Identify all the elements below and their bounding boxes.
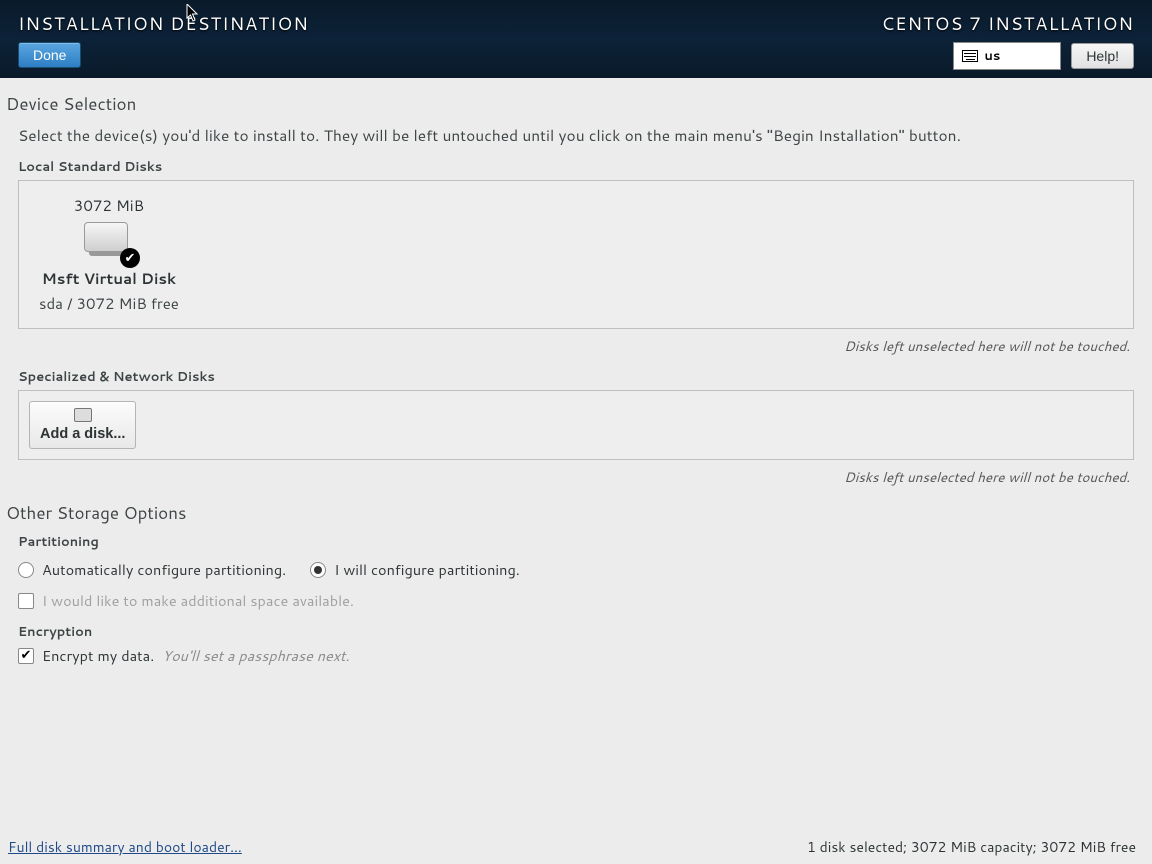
selected-check-icon: ✔ xyxy=(120,248,140,268)
header-left: INSTALLATION DESTINATION Done xyxy=(18,10,309,70)
keyboard-layout-label: us xyxy=(984,47,1000,65)
checkbox-icon xyxy=(18,648,34,664)
disk-card[interactable]: 3072 MiB ✔ Msft Virtual Disk sda / 3072 … xyxy=(29,191,189,318)
disk-capacity: 3072 MiB xyxy=(74,195,144,222)
checkbox-icon xyxy=(18,593,34,609)
network-disks-hint: Disks left unselected here will not be t… xyxy=(6,464,1146,495)
make-space-option: I would like to make additional space av… xyxy=(18,584,1146,611)
partitioning-group: Automatically configure partitioning. I … xyxy=(6,553,1146,613)
keyboard-layout-selector[interactable]: us xyxy=(953,42,1061,70)
page-title: INSTALLATION DESTINATION xyxy=(18,10,309,36)
encrypt-data-option[interactable]: Encrypt my data. You'll set a passphrase… xyxy=(18,645,1146,666)
partitioning-label: Partitioning xyxy=(6,529,1146,553)
manual-partitioning-option[interactable]: I will configure partitioning. xyxy=(310,559,520,580)
disk-meta: sda / 3072 MiB free xyxy=(39,289,179,314)
radio-icon xyxy=(18,562,34,578)
hard-drive-icon xyxy=(84,222,128,252)
make-space-label: I would like to make additional space av… xyxy=(42,590,354,611)
auto-partitioning-option[interactable]: Automatically configure partitioning. xyxy=(18,559,286,580)
footer-bar: Full disk summary and boot loader... 1 d… xyxy=(0,830,1152,864)
keyboard-icon xyxy=(962,50,978,62)
add-disk-label: Add a disk... xyxy=(40,426,125,442)
header-controls: us Help! xyxy=(953,42,1134,70)
encryption-label: Encryption xyxy=(6,613,1146,643)
local-disks-label: Local Standard Disks xyxy=(6,154,1146,178)
radio-icon xyxy=(310,562,326,578)
manual-partitioning-label: I will configure partitioning. xyxy=(334,559,520,580)
done-button[interactable]: Done xyxy=(18,42,81,68)
local-disks-panel: 3072 MiB ✔ Msft Virtual Disk sda / 3072 … xyxy=(18,180,1134,329)
network-disks-label: Specialized & Network Disks xyxy=(6,364,1146,388)
network-disks-panel: Add a disk... xyxy=(18,390,1134,460)
disk-name: Msft Virtual Disk xyxy=(42,262,176,289)
partitioning-radio-row: Automatically configure partitioning. I … xyxy=(18,555,1146,584)
other-storage-title: Other Storage Options xyxy=(6,501,1146,525)
encryption-group: Encrypt my data. You'll set a passphrase… xyxy=(6,643,1146,668)
add-disk-icon xyxy=(74,408,92,422)
device-selection-title: Device Selection xyxy=(6,92,1146,116)
product-title: CENTOS 7 INSTALLATION xyxy=(881,10,1134,36)
local-disks-hint: Disks left unselected here will not be t… xyxy=(6,333,1146,364)
content-area: Device Selection Select the device(s) yo… xyxy=(0,78,1152,830)
auto-partitioning-label: Automatically configure partitioning. xyxy=(42,559,286,580)
device-selection-description: Select the device(s) you'd like to insta… xyxy=(6,120,1146,154)
add-disk-button[interactable]: Add a disk... xyxy=(29,401,136,449)
help-button[interactable]: Help! xyxy=(1071,43,1134,69)
header-right: CENTOS 7 INSTALLATION us Help! xyxy=(881,10,1134,70)
disk-icon-wrap: ✔ xyxy=(84,222,134,262)
encrypt-note: You'll set a passphrase next. xyxy=(162,645,349,666)
header-bar: INSTALLATION DESTINATION Done CENTOS 7 I… xyxy=(0,0,1152,78)
footer-status: 1 disk selected; 3072 MiB capacity; 3072… xyxy=(807,837,1136,857)
encrypt-data-label: Encrypt my data. xyxy=(42,645,154,666)
disk-summary-link[interactable]: Full disk summary and boot loader... xyxy=(8,837,242,857)
